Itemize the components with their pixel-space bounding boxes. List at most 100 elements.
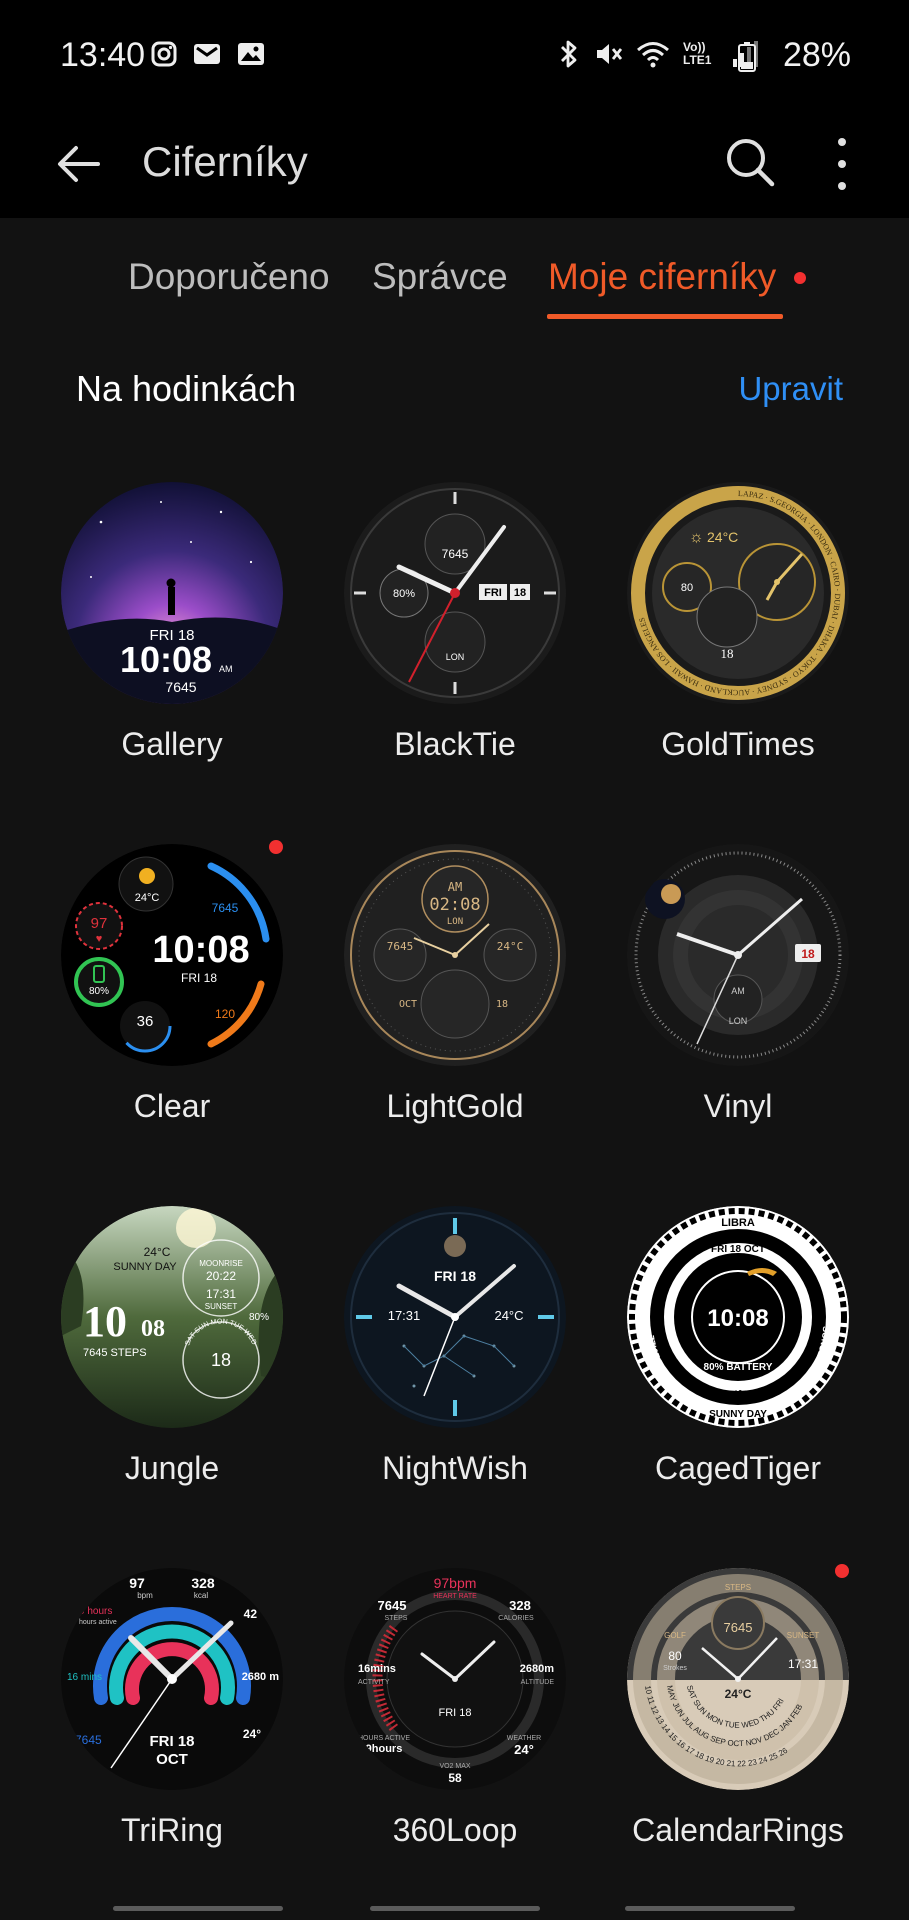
triring-mins: 16 mins <box>67 1672 102 1683</box>
watchface-lightgold[interactable]: AM 02:08 LON 7645 24°C OCT 18 LightGold <box>344 844 566 1144</box>
watchface-triring[interactable]: 97 bpm 328 kcal 9 hours hours active 16 … <box>61 1568 283 1868</box>
page-title: Ciferníky <box>142 138 308 185</box>
watchface-cagedtiger[interactable]: LIBRA FRI 18 OCT 10:08 80% BATTERY 24°C … <box>627 1206 849 1506</box>
cagedtiger-date: FRI 18 OCT <box>711 1244 765 1255</box>
watchface-preview: FRI 18 17:31 24°C <box>344 1206 566 1428</box>
watchface-gallery[interactable]: FRI 18 10:08 AM 7645 Gallery <box>61 482 283 782</box>
lightgold-date: 18 <box>496 999 508 1010</box>
clear-heart: 97 <box>91 915 108 932</box>
lightgold-temp: 24°C <box>497 940 524 953</box>
watchface-label: GoldTimes <box>661 726 815 762</box>
loop-calories-label: CALORIES <box>498 1615 534 1622</box>
watchface-vinyl[interactable]: 18 AM LON Vinyl <box>627 844 849 1144</box>
watchface-clear[interactable]: 24°C 97 ♥ 80% 36 7645 10:08 FRI 18 120 C… <box>61 840 283 1144</box>
clear-temp: 24°C <box>135 892 160 904</box>
lightgold-city: LON <box>447 917 463 927</box>
calrings-strokes-label: Strokes <box>663 1665 687 1672</box>
watchface-label: Jungle <box>124 1450 220 1486</box>
tab-recommended[interactable]: Doporučeno <box>128 256 330 298</box>
jungle-temp: 24°C <box>144 1245 171 1259</box>
volte-lte-icon: Vo)) LTE1 <box>683 41 719 67</box>
search-icon[interactable] <box>720 132 780 192</box>
jungle-battery: 80% <box>249 1312 269 1323</box>
tab-bar: Doporučeno Správce Moje ciferníky <box>0 218 909 328</box>
goldtimes-battery: 80 <box>681 582 693 594</box>
watchface-goldtimes[interactable]: LAPAZ · S.GEORGIA · LONDON · CAIRO · DUB… <box>627 482 849 782</box>
calrings-steps: 7645 <box>724 1620 753 1635</box>
back-arrow-icon[interactable] <box>50 134 110 194</box>
mute-icon <box>597 44 623 64</box>
triring-hours-sub: hours active <box>79 1619 117 1626</box>
gallery-icon <box>238 43 264 65</box>
triring-heart: 97 <box>129 1575 145 1591</box>
notification-icons <box>150 40 266 68</box>
nav-home-button[interactable] <box>370 1906 540 1911</box>
lightgold-ampm: AM <box>448 880 462 894</box>
clear-time: 10:08 <box>152 929 249 971</box>
cagedtiger-temp: 24°C <box>726 1389 751 1401</box>
tab-manager[interactable]: Správce <box>372 256 508 298</box>
watchface-preview: LIBRA FRI 18 OCT 10:08 80% BATTERY 24°C … <box>627 1206 849 1428</box>
loop-mins-label: ACTIVITY <box>358 1679 390 1686</box>
jungle-sunset: 17:31 <box>206 1287 236 1301</box>
watchface-label: CagedTiger <box>654 1450 821 1486</box>
battery-icon <box>833 41 851 73</box>
loop-altitude: 2680m <box>520 1663 554 1675</box>
nav-recents-button[interactable] <box>113 1906 283 1911</box>
loop-hours: 9hours <box>366 1743 403 1755</box>
gmail-icon <box>194 44 220 64</box>
calrings-strokes: 80 <box>668 1649 682 1663</box>
triring-date: FRI 18 <box>149 1733 194 1750</box>
vinyl-date: 18 <box>801 947 815 961</box>
new-badge <box>269 840 283 854</box>
jungle-time-hours: 10 <box>83 1297 127 1346</box>
triring-kcal-unit: kcal <box>194 1591 208 1600</box>
watchface-blacktie[interactable]: 7645 80% FRI 18 LON BlackTie <box>344 482 566 782</box>
watchface-calendarrings[interactable]: STEPS 7645 GOLF 80 Strokes SUNSET 17:31 … <box>627 1564 849 1868</box>
triring-heart-unit: bpm <box>137 1591 153 1600</box>
jungle-moonrise: 20:22 <box>206 1269 236 1283</box>
more-options-icon[interactable] <box>822 132 862 196</box>
navigation-bar <box>0 1882 909 1920</box>
nav-back-button[interactable] <box>625 1906 795 1911</box>
tab-my-watch-faces[interactable]: Moje ciferníky <box>548 256 776 298</box>
bluetooth-icon <box>561 40 577 68</box>
loop-steps: 7645 <box>378 1598 407 1613</box>
watchface-preview: FRI 18 10:08 AM 7645 <box>61 482 283 704</box>
tab-notification-dot <box>794 272 806 284</box>
watchface-jungle[interactable]: 24°C SUNNY DAY MOONRISE 20:22 17:31 SUNS… <box>61 1206 283 1506</box>
watchface-preview: AM 02:08 LON 7645 24°C OCT 18 <box>344 844 566 1066</box>
loop-date: FRI 18 <box>438 1707 471 1719</box>
cagedtiger-weather: SUNNY DAY <box>709 1409 767 1420</box>
loop-calories: 328 <box>509 1598 531 1613</box>
loop-weather-label: WEATHER <box>507 1735 541 1742</box>
watchface-360loop[interactable]: 97bpm HEART RATE 7645 STEPS 328 CALORIES… <box>344 1568 566 1868</box>
triring-hours: 9 hours <box>79 1606 112 1617</box>
calrings-golf-label: GOLF <box>664 1631 686 1640</box>
watchface-label: Vinyl <box>703 1088 773 1124</box>
volte-label: Vo)) LTE1 <box>683 40 712 67</box>
watchface-preview: 97 bpm 328 kcal 9 hours hours active 16 … <box>61 1568 283 1790</box>
clear-date: FRI 18 <box>181 971 217 985</box>
svg-text:☼: ☼ <box>689 529 704 546</box>
loop-vo2: 58 <box>448 1771 462 1785</box>
watchface-preview: 97bpm HEART RATE 7645 STEPS 328 CALORIES… <box>344 1568 566 1790</box>
gallery-steps: 7645 <box>165 679 196 695</box>
nightwish-temp: 24°C <box>494 1308 523 1323</box>
watchface-label: BlackTie <box>394 726 516 762</box>
system-icons: Vo)) LTE1 <box>557 38 759 70</box>
watchface-label: Clear <box>133 1088 211 1124</box>
loop-heart-label: HEART RATE <box>433 1593 477 1600</box>
edit-button[interactable]: Upravit <box>738 370 843 408</box>
clear-aqi: 36 <box>137 1013 154 1030</box>
watchface-nightwish[interactable]: FRI 18 17:31 24°C NightWish <box>344 1206 566 1506</box>
loop-mins: 16mins <box>358 1663 396 1675</box>
calrings-temp: 24°C <box>725 1687 752 1701</box>
status-time: 13:40 <box>60 36 146 74</box>
triring-steps: 7645 <box>75 1733 102 1747</box>
gallery-time: 10:08 <box>120 639 212 680</box>
cagedtiger-top: LIBRA <box>721 1217 755 1229</box>
clear-steps: 7645 <box>212 901 239 915</box>
calrings-sunset-label: SUNSET <box>787 1631 820 1640</box>
triring-kcal: 328 <box>191 1575 215 1591</box>
